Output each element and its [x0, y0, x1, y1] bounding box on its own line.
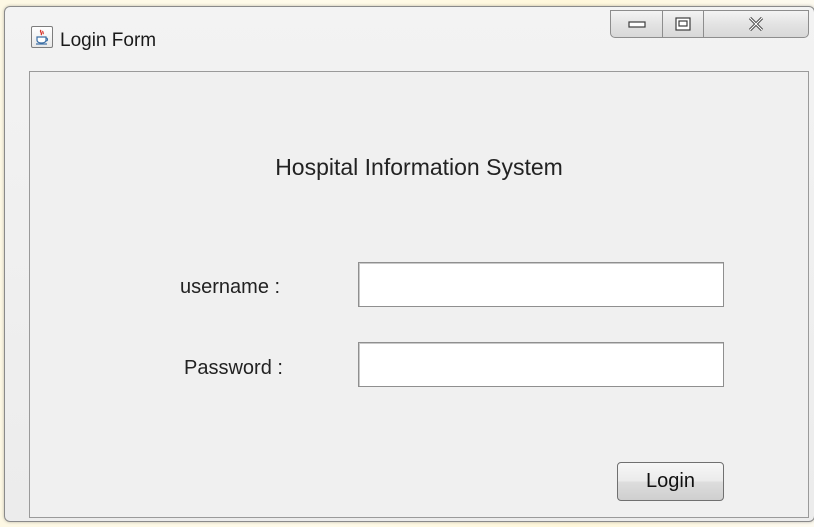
- java-cup-icon[interactable]: [31, 26, 53, 48]
- login-window: Login Form Hospital Information System u…: [4, 6, 814, 522]
- password-input[interactable]: [358, 342, 724, 387]
- username-label: username :: [180, 276, 281, 298]
- window-title: Login Form: [60, 30, 157, 51]
- login-button[interactable]: Login: [617, 462, 724, 501]
- close-button[interactable]: [703, 10, 809, 38]
- close-icon: [748, 17, 764, 31]
- maximize-button[interactable]: [662, 10, 704, 38]
- password-label: Password :: [184, 357, 283, 379]
- username-input[interactable]: [358, 262, 724, 307]
- title-bar[interactable]: Login Form: [5, 7, 814, 61]
- minimize-button[interactable]: [610, 10, 663, 38]
- maximize-icon: [675, 17, 691, 31]
- window-controls: [610, 10, 810, 40]
- minimize-icon: [627, 21, 646, 28]
- page-title: Hospital Information System: [275, 154, 563, 180]
- form-panel: Hospital Information System username : P…: [29, 71, 809, 518]
